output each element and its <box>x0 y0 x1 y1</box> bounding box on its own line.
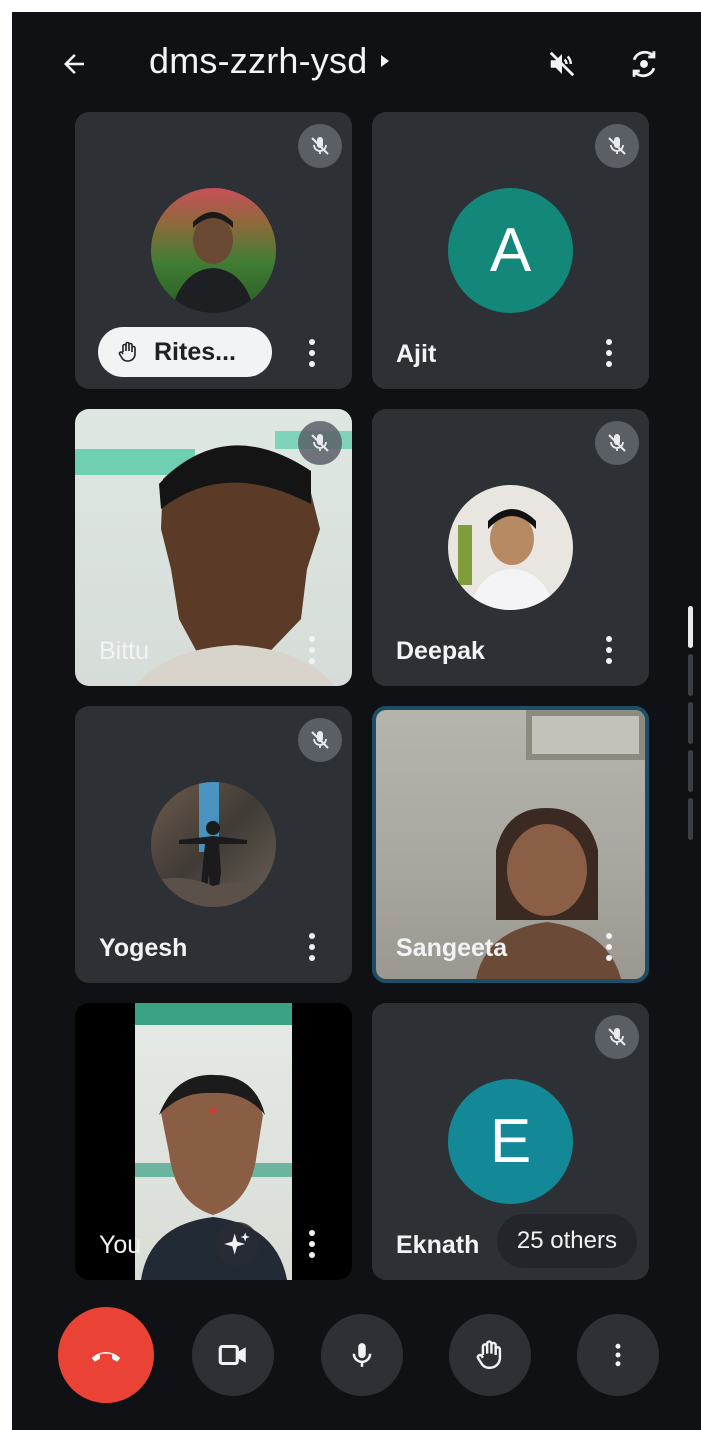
sparkle-icon <box>224 1232 250 1255</box>
person-video-icon <box>135 1003 292 1280</box>
more-options-button[interactable] <box>302 929 322 965</box>
mic-off-icon <box>311 137 329 155</box>
self-video-feed <box>135 1003 292 1280</box>
participant-name: You <box>99 1231 142 1259</box>
participant-tile[interactable]: Rites... <box>75 112 352 389</box>
more-options-button[interactable] <box>302 632 322 668</box>
participant-name: Sangeeta <box>396 934 508 962</box>
meeting-code: dms-zzrh-ysd <box>149 40 368 81</box>
muted-indicator <box>298 124 342 168</box>
microphone-toggle-button[interactable] <box>321 1314 403 1396</box>
muted-indicator <box>298 421 342 465</box>
meet-screen: dms-zzrh-ysd Rites... A Ajit Bittu Deepa… <box>12 12 701 1430</box>
avatar-initial: E <box>489 1107 532 1176</box>
more-vert-icon <box>615 1343 621 1367</box>
speaker-off-button[interactable] <box>540 42 584 86</box>
scroll-segment <box>688 798 693 840</box>
person-photo-icon <box>171 212 255 313</box>
mic-icon <box>352 1343 372 1367</box>
raise-hand-button[interactable] <box>449 1314 531 1396</box>
avatar <box>448 485 573 610</box>
end-call-button[interactable] <box>58 1307 154 1403</box>
camera-toggle-button[interactable] <box>192 1314 274 1396</box>
participant-name: Deepak <box>396 637 485 665</box>
scroll-segment-current <box>688 606 693 648</box>
participant-tile[interactable]: Bittu <box>75 409 352 686</box>
phone-hangup-icon <box>91 1352 121 1362</box>
person-photo-icon <box>458 509 554 610</box>
flip-camera-icon <box>632 50 656 78</box>
participant-tile[interactable]: You <box>75 1003 352 1280</box>
participant-tile[interactable]: Yogesh <box>75 706 352 983</box>
muted-indicator <box>595 421 639 465</box>
raised-hand-icon <box>118 341 136 362</box>
more-options-button[interactable] <box>599 632 619 668</box>
back-button[interactable] <box>54 44 94 84</box>
person-photo-icon <box>151 782 276 907</box>
mic-off-icon <box>608 1028 626 1046</box>
muted-indicator <box>595 124 639 168</box>
muted-indicator <box>298 718 342 762</box>
participant-tile[interactable]: E Eknath 25 others <box>372 1003 649 1280</box>
participant-tile[interactable]: Deepak <box>372 409 649 686</box>
more-options-button[interactable] <box>599 929 619 965</box>
scroll-segment <box>688 702 693 744</box>
mic-off-icon <box>311 434 329 452</box>
meeting-code-button[interactable]: dms-zzrh-ysd <box>149 40 390 82</box>
participant-tile[interactable]: A Ajit <box>372 112 649 389</box>
arrow-back-icon <box>64 54 84 74</box>
raised-hand-badge: Rites... <box>98 327 272 377</box>
participant-name: Ajit <box>396 340 437 368</box>
volume-off-icon <box>549 51 575 77</box>
others-count-button[interactable]: 25 others <box>496 1214 637 1268</box>
page-scroll-indicator[interactable] <box>688 606 693 846</box>
raise-hand-icon <box>476 1340 502 1369</box>
call-controls-bar <box>12 1302 701 1412</box>
videocam-icon <box>218 1344 246 1366</box>
more-options-button[interactable] <box>599 335 619 371</box>
scroll-segment <box>688 750 693 792</box>
top-bar: dms-zzrh-ysd <box>12 12 701 112</box>
avatar: A <box>448 188 573 313</box>
caret-right-icon <box>381 55 390 67</box>
avatar <box>151 782 276 907</box>
avatar-initial: A <box>489 216 532 285</box>
participant-name: Bittu <box>99 637 150 665</box>
switch-camera-button[interactable] <box>622 42 666 86</box>
scroll-segment <box>688 654 693 696</box>
effects-button[interactable] <box>215 1222 259 1266</box>
muted-indicator <box>595 1015 639 1059</box>
more-options-button[interactable] <box>302 1226 322 1262</box>
more-options-button[interactable] <box>577 1314 659 1396</box>
mic-off-icon <box>608 137 626 155</box>
participant-name: Yogesh <box>99 934 188 962</box>
avatar: E <box>448 1079 573 1204</box>
mic-off-icon <box>608 434 626 452</box>
participant-tile[interactable]: Sangeeta <box>372 706 649 983</box>
participant-name: Eknath <box>396 1231 480 1259</box>
others-count-label: 25 others <box>516 1227 617 1254</box>
more-options-button[interactable] <box>302 335 322 371</box>
participant-name: Rites... <box>154 337 236 366</box>
mic-off-icon <box>311 731 329 749</box>
avatar <box>151 188 276 313</box>
